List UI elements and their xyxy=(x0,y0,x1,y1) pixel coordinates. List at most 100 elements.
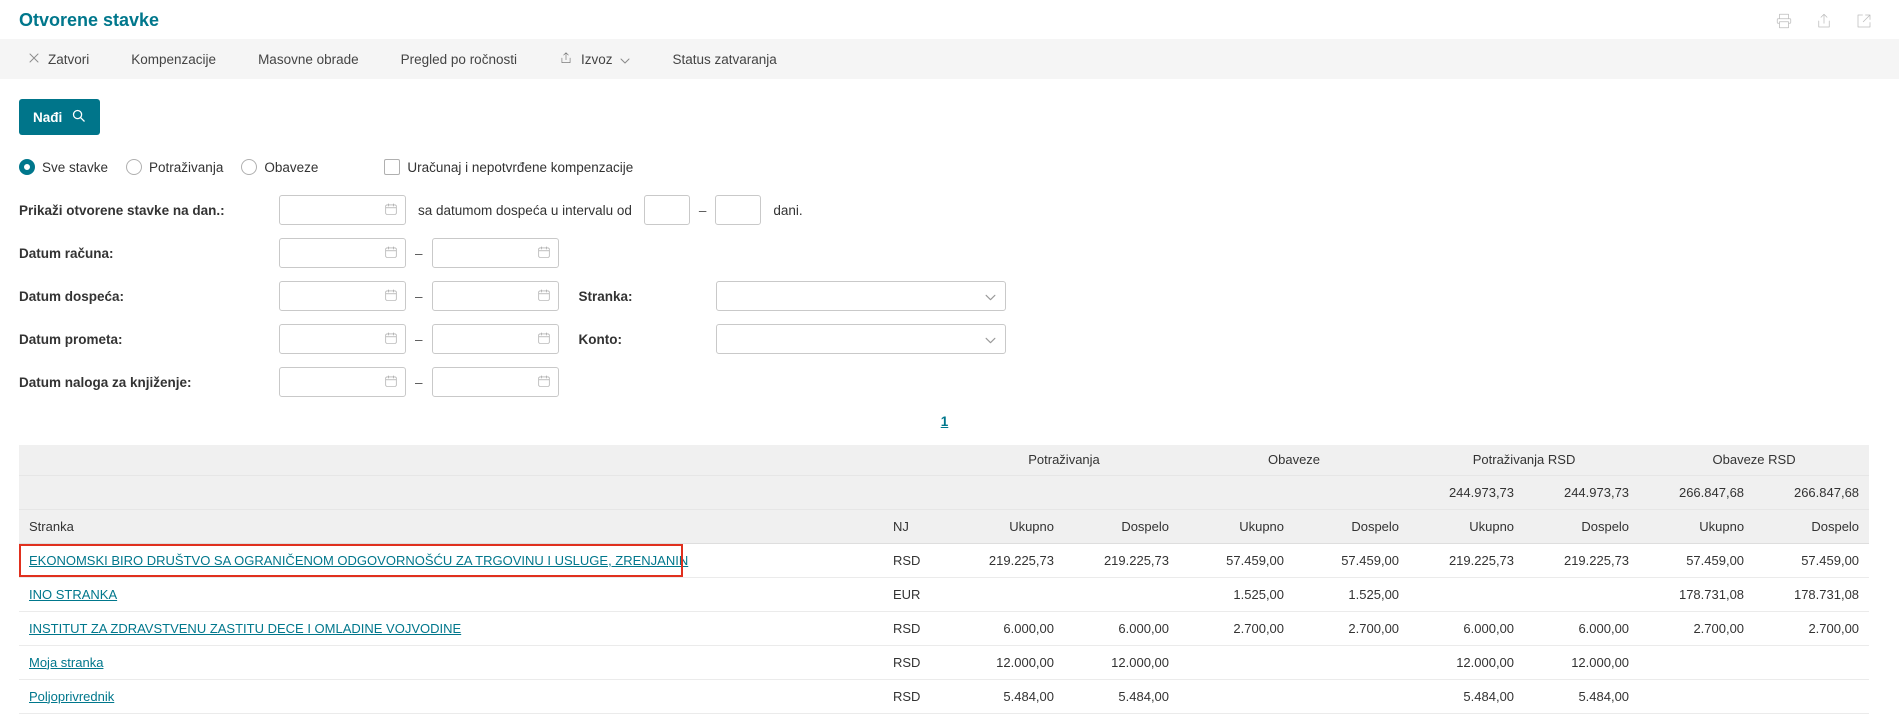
group-header-potrazivanja: Potraživanja xyxy=(949,445,1180,476)
close-icon xyxy=(28,52,40,67)
value-cell: 219.225,73 xyxy=(1524,543,1640,578)
nj-cell: RSD xyxy=(883,679,949,714)
value-cell: 2.700,00 xyxy=(1639,611,1755,646)
filter-label-datum-racuna: Datum računa: xyxy=(19,245,114,261)
chevron-down-icon xyxy=(620,52,630,67)
radio-option-potrazivanja[interactable]: Potraživanja xyxy=(126,159,223,175)
toolbar-status-label: Status zatvaranja xyxy=(672,51,777,67)
interval-text: sa datumom dospeća u intervalu od xyxy=(418,202,632,218)
header-icons xyxy=(1775,12,1873,30)
value-cell xyxy=(1639,645,1755,680)
filter-label-stranka: Stranka: xyxy=(578,288,633,304)
value-cell xyxy=(1294,679,1410,714)
radio-option-sve-stavke[interactable]: Sve stavke xyxy=(19,159,108,175)
toolbar-item-izvoz[interactable]: Izvoz xyxy=(559,51,631,68)
nj-cell: RSD xyxy=(883,611,949,646)
open-items-table: Potraživanja Obaveze Potraživanja RSD Ob… xyxy=(19,445,1870,714)
filter-row-na-dan: Prikaži otvorene stavke na dan.: sa datu… xyxy=(19,195,1899,225)
toolbar-kompenzacije-label: Kompenzacije xyxy=(131,51,217,67)
group-header-obaveze: Obaveze xyxy=(1179,445,1410,476)
open-in-new-icon[interactable] xyxy=(1855,12,1873,30)
value-cell: 219.225,73 xyxy=(949,543,1064,578)
column-header-nj: NJ xyxy=(883,509,949,544)
calendar-icon[interactable] xyxy=(537,245,551,262)
calendar-icon[interactable] xyxy=(384,331,398,348)
toolbar-item-kompenzacije[interactable]: Kompenzacije xyxy=(131,52,216,67)
datum-naloga-do-input[interactable] xyxy=(431,367,559,397)
value-cell xyxy=(1639,679,1755,714)
toolbar-item-status-zatvaranja[interactable]: Status zatvaranja xyxy=(672,52,776,67)
na-dan-date-input[interactable] xyxy=(279,195,406,225)
column-header-ukupno: Ukupno xyxy=(1409,509,1525,544)
calendar-icon[interactable] xyxy=(384,245,398,262)
value-cell: 5.484,00 xyxy=(1409,679,1525,714)
radio-option-obaveze[interactable]: Obaveze xyxy=(241,159,318,175)
toolbar-item-zatvori[interactable]: Zatvori xyxy=(28,52,89,67)
checkbox-kompenzacije[interactable] xyxy=(384,159,401,175)
stranka-link[interactable]: EKONOMSKI BIRO DRUŠTVO SA OGRANIČENOM OD… xyxy=(29,553,688,568)
filter-label-konto: Konto: xyxy=(578,331,622,347)
export-icon xyxy=(559,51,573,68)
table-totals-row: 244.973,73 244.973,73 266.847,68 266.847… xyxy=(19,475,1870,510)
toolbar-item-masovne-obrade[interactable]: Masovne obrade xyxy=(258,52,359,67)
value-cell xyxy=(949,577,1064,612)
calendar-icon[interactable] xyxy=(537,288,551,305)
stranka-link[interactable]: Poljoprivrednik xyxy=(29,689,114,704)
radio-potrazivanja[interactable] xyxy=(126,159,143,175)
calendar-icon[interactable] xyxy=(384,288,398,305)
stranka-link[interactable]: Moja stranka xyxy=(29,655,103,670)
toolbar-masovne-obrade-label: Masovne obrade xyxy=(258,51,359,67)
column-header-ukupno: Ukupno xyxy=(949,509,1064,544)
value-cell xyxy=(1179,645,1295,680)
value-cell: 2.700,00 xyxy=(1754,611,1870,646)
filter-row-datum-dospeca: Datum dospeća: – Stranka: xyxy=(19,281,1899,311)
datum-prometa-do-input[interactable] xyxy=(431,324,559,354)
interval-suffix: dani. xyxy=(773,202,803,218)
filters-panel: Prikaži otvorene stavke na dan.: sa datu… xyxy=(19,195,1899,397)
value-cell: 1.525,00 xyxy=(1294,577,1410,612)
datum-prometa-od-input[interactable] xyxy=(279,324,406,354)
print-icon[interactable] xyxy=(1775,12,1793,30)
table-column-header-row: Stranka NJ Ukupno Dospelo Ukupno Dospelo… xyxy=(19,509,1870,544)
table-row: INSTITUT ZA ZDRAVSTVENU ZASTITU DECE I O… xyxy=(19,611,1870,646)
datum-racuna-od-input[interactable] xyxy=(279,238,406,268)
radio-obaveze[interactable] xyxy=(241,159,258,175)
calendar-icon[interactable] xyxy=(384,374,398,391)
search-icon xyxy=(71,108,86,126)
calendar-icon[interactable] xyxy=(537,331,551,348)
column-header-dospelo: Dospelo xyxy=(1064,509,1180,544)
toolbar-pregled-label: Pregled po ročnosti xyxy=(400,51,517,67)
column-header-dospelo: Dospelo xyxy=(1294,509,1410,544)
radio-sve-stavke[interactable] xyxy=(19,159,35,175)
interval-od-input[interactable] xyxy=(643,195,690,225)
datum-dospeca-od-input[interactable] xyxy=(279,281,406,311)
range-dash: – xyxy=(415,288,423,304)
page-header: Otvorene stavke xyxy=(0,0,1899,39)
value-cell: 57.459,00 xyxy=(1294,543,1410,578)
filter-row-datum-prometa: Datum prometa: – Konto: xyxy=(19,324,1899,354)
value-cell: 57.459,00 xyxy=(1639,543,1755,578)
value-cell: 219.225,73 xyxy=(1409,543,1525,578)
datum-dospeca-do-input[interactable] xyxy=(431,281,559,311)
share-icon[interactable] xyxy=(1815,12,1833,30)
page-number-1[interactable]: 1 xyxy=(941,414,949,429)
stranka-link[interactable]: INSTITUT ZA ZDRAVSTVENU ZASTITU DECE I O… xyxy=(29,621,461,636)
value-cell xyxy=(1294,645,1410,680)
value-cell: 2.700,00 xyxy=(1179,611,1295,646)
interval-do-input[interactable] xyxy=(715,195,762,225)
datum-racuna-do-input[interactable] xyxy=(431,238,559,268)
stranka-link[interactable]: INO STRANKA xyxy=(29,587,117,602)
konto-select[interactable] xyxy=(715,324,1006,354)
filter-row-datum-naloga: Datum naloga za knjiženje: – xyxy=(19,367,1899,397)
chevron-down-icon xyxy=(985,332,996,347)
checkbox-option-kompenzacije[interactable]: Uračunaj i nepotvrđene kompenzacije xyxy=(384,159,633,175)
range-dash: – xyxy=(415,331,423,347)
calendar-icon[interactable] xyxy=(384,202,398,219)
stranka-select[interactable] xyxy=(715,281,1006,311)
find-button[interactable]: Nađi xyxy=(19,99,101,135)
calendar-icon[interactable] xyxy=(537,374,551,391)
datum-naloga-od-input[interactable] xyxy=(279,367,406,397)
column-header-ukupno: Ukupno xyxy=(1639,509,1755,544)
toolbar-item-pregled-po-rocnosti[interactable]: Pregled po ročnosti xyxy=(401,52,517,67)
group-header-empty xyxy=(19,445,949,476)
